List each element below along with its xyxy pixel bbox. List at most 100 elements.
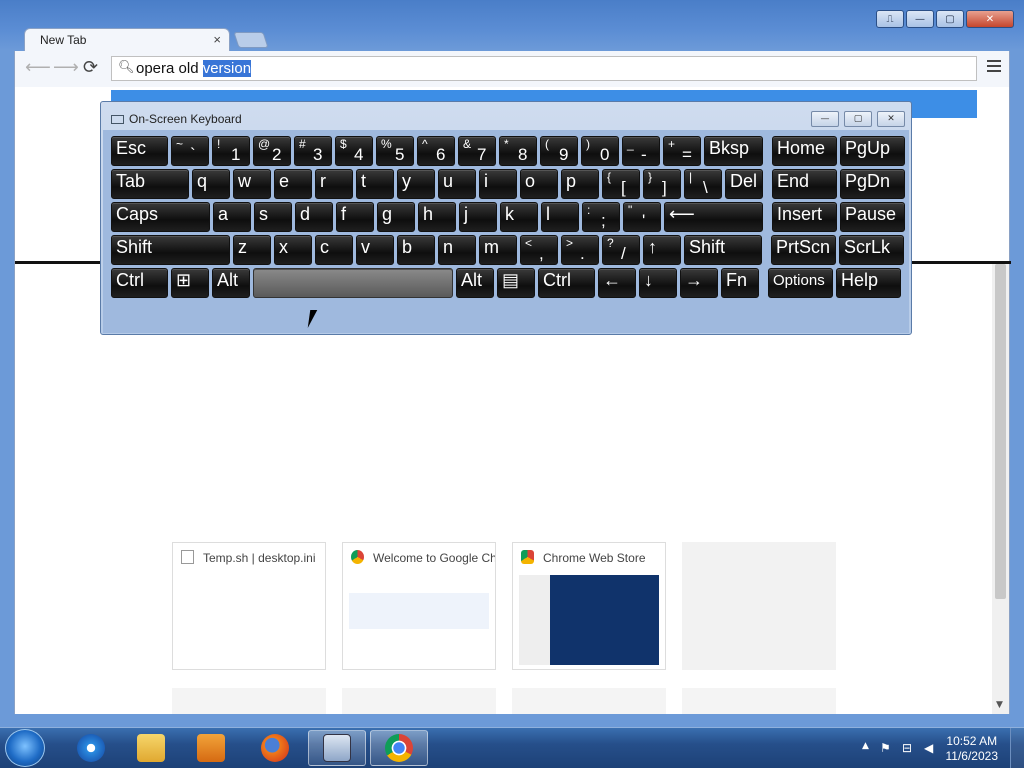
key-r[interactable]: r [315,169,353,199]
vertical-scrollbar[interactable]: ▼ [992,264,1009,714]
key-ctrl[interactable]: Ctrl [111,268,168,298]
key-del[interactable]: Del [725,169,763,199]
osk-maximize-button[interactable]: ▢ [844,111,872,127]
key-q[interactable]: q [192,169,230,199]
taskbar-firefox[interactable] [246,730,304,766]
taskbar-on-screen-keyboard[interactable] [308,730,366,766]
key-fn[interactable]: Fn [721,268,759,298]
key-e[interactable]: e [274,169,312,199]
key-y[interactable]: y [397,169,435,199]
key-options[interactable]: Options [768,268,833,298]
key-tab[interactable]: Tab [111,169,189,199]
start-button[interactable] [5,729,45,767]
key-u[interactable]: u [438,169,476,199]
key-symbol[interactable]: " ' [623,202,661,232]
key-symbol[interactable]: ↑ [643,235,681,265]
key-symbol[interactable]: ← [598,268,636,298]
key-symbol[interactable]: → [680,268,718,298]
key-i[interactable]: i [479,169,517,199]
key-home[interactable]: Home [772,136,837,166]
key-shift[interactable]: Shift [684,235,762,265]
key-symbol[interactable]: >. [561,235,599,265]
new-tab-button[interactable] [233,32,269,48]
forward-arrow-icon[interactable]: ⟶ [53,59,79,77]
osk-minimize-button[interactable]: — [811,111,839,127]
key-end[interactable]: End [772,169,837,199]
key-o[interactable]: o [520,169,558,199]
tile-chrome-web-store[interactable]: Chrome Web Store [512,542,666,670]
key-symbol[interactable]: }] [643,169,681,199]
tile-welcome-chrome[interactable]: Welcome to Google Chrome [342,542,496,670]
key-1[interactable]: ! 1 [212,136,250,166]
key-0[interactable]: ) 0 [581,136,619,166]
key-8[interactable]: * 8 [499,136,537,166]
show-desktop-button[interactable] [1010,728,1024,768]
key-space[interactable] [253,268,453,298]
key-s[interactable]: s [254,202,292,232]
reload-icon[interactable]: ⟳ [83,59,98,77]
key-5[interactable]: % 5 [376,136,414,166]
osk-close-button[interactable]: ✕ [877,111,905,127]
key-l[interactable]: l [541,202,579,232]
key-z[interactable]: z [233,235,271,265]
key-insert[interactable]: Insert [772,202,837,232]
chrome-menu-icon[interactable] [987,60,1001,75]
key-symbol[interactable]: ~ ` [171,136,209,166]
key-6[interactable]: ^ 6 [417,136,455,166]
key-9[interactable]: (9 [540,136,578,166]
key-7[interactable]: & 7 [458,136,496,166]
action-center-icon[interactable]: ⚑ [880,741,894,755]
key-h[interactable]: h [418,202,456,232]
key-c[interactable]: c [315,235,353,265]
taskbar-chrome[interactable] [370,730,428,766]
key-n[interactable]: n [438,235,476,265]
key-pause[interactable]: Pause [840,202,905,232]
back-arrow-icon[interactable]: ⟵ [25,59,51,77]
close-window-button[interactable]: ✕ [966,10,1014,28]
key-ctrl[interactable]: Ctrl [538,268,595,298]
key-shift[interactable]: Shift [111,235,230,265]
minimize-button[interactable]: — [906,10,934,28]
scrollbar-thumb[interactable] [995,264,1006,599]
key-t[interactable]: t [356,169,394,199]
scroll-down-icon[interactable]: ▼ [996,700,1003,710]
key-m[interactable]: m [479,235,517,265]
tile-tempsh[interactable]: Temp.sh | desktop.ini [172,542,326,670]
key-symbol[interactable]: {[ [602,169,640,199]
key-symbol[interactable]: ⟵ [664,202,763,232]
key-symbol[interactable]: | \ [684,169,722,199]
key-symbol[interactable]: ↓ [639,268,677,298]
key-symbol[interactable]: :; [582,202,620,232]
key-pgup[interactable]: PgUp [840,136,905,166]
taskbar-file-explorer[interactable] [122,730,180,766]
network-icon[interactable]: ⊟ [902,741,916,755]
key-symbol[interactable]: + = [663,136,701,166]
tab-close-icon[interactable]: × [213,32,221,47]
key-symbol[interactable]: ⊞ [171,268,209,298]
key-symbol[interactable]: ▤ [497,268,535,298]
key-symbol[interactable]: _ - [622,136,660,166]
key-help[interactable]: Help [836,268,901,298]
key-esc[interactable]: Esc [111,136,168,166]
tab-new-tab[interactable]: New Tab × [24,28,230,52]
key-g[interactable]: g [377,202,415,232]
key-alt[interactable]: Alt [212,268,250,298]
key-caps[interactable]: Caps [111,202,210,232]
key-b[interactable]: b [397,235,435,265]
volume-muted-icon[interactable]: ◀ [924,741,938,755]
clock[interactable]: 10:52 AM 11/6/2023 [946,734,999,764]
taskbar-media-player[interactable] [182,730,240,766]
key-prtscn[interactable]: PrtScn [771,235,836,265]
address-bar[interactable]: 🔍︎ opera old version [111,56,977,81]
key-x[interactable]: x [274,235,312,265]
taskbar-internet-explorer[interactable] [62,730,120,766]
key-4[interactable]: $4 [335,136,373,166]
key-f[interactable]: f [336,202,374,232]
key-bksp[interactable]: Bksp [704,136,763,166]
show-hidden-icons[interactable]: ▲ [862,741,876,755]
maximize-button[interactable]: ▢ [936,10,964,28]
key-p[interactable]: p [561,169,599,199]
key-symbol[interactable]: <, [520,235,558,265]
key-j[interactable]: j [459,202,497,232]
key-scrlk[interactable]: ScrLk [839,235,904,265]
